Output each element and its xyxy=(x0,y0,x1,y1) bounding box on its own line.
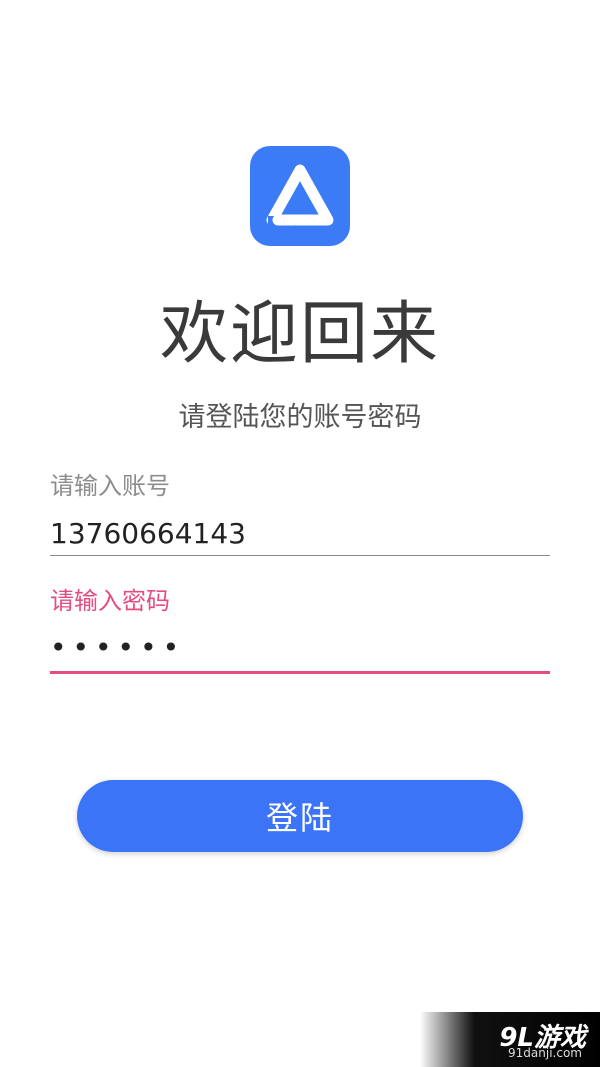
page-subtitle: 请登陆您的账号密码 xyxy=(178,402,422,433)
watermark: 9L游戏 91danji.com xyxy=(420,1012,600,1067)
login-button-label: 登陆 xyxy=(265,799,334,837)
password-input[interactable] xyxy=(50,627,550,667)
app-logo xyxy=(250,146,350,246)
account-input[interactable] xyxy=(50,513,550,553)
triangle-a-icon xyxy=(266,164,334,226)
page-title: 欢迎回来 xyxy=(159,295,440,374)
account-underline xyxy=(50,555,550,556)
account-label: 请输入账号 xyxy=(50,472,170,500)
password-label: 请输入密码 xyxy=(50,587,170,615)
password-underline xyxy=(50,671,550,674)
watermark-site: 91danji.com xyxy=(508,1046,582,1060)
login-button[interactable]: 登陆 xyxy=(77,780,523,852)
